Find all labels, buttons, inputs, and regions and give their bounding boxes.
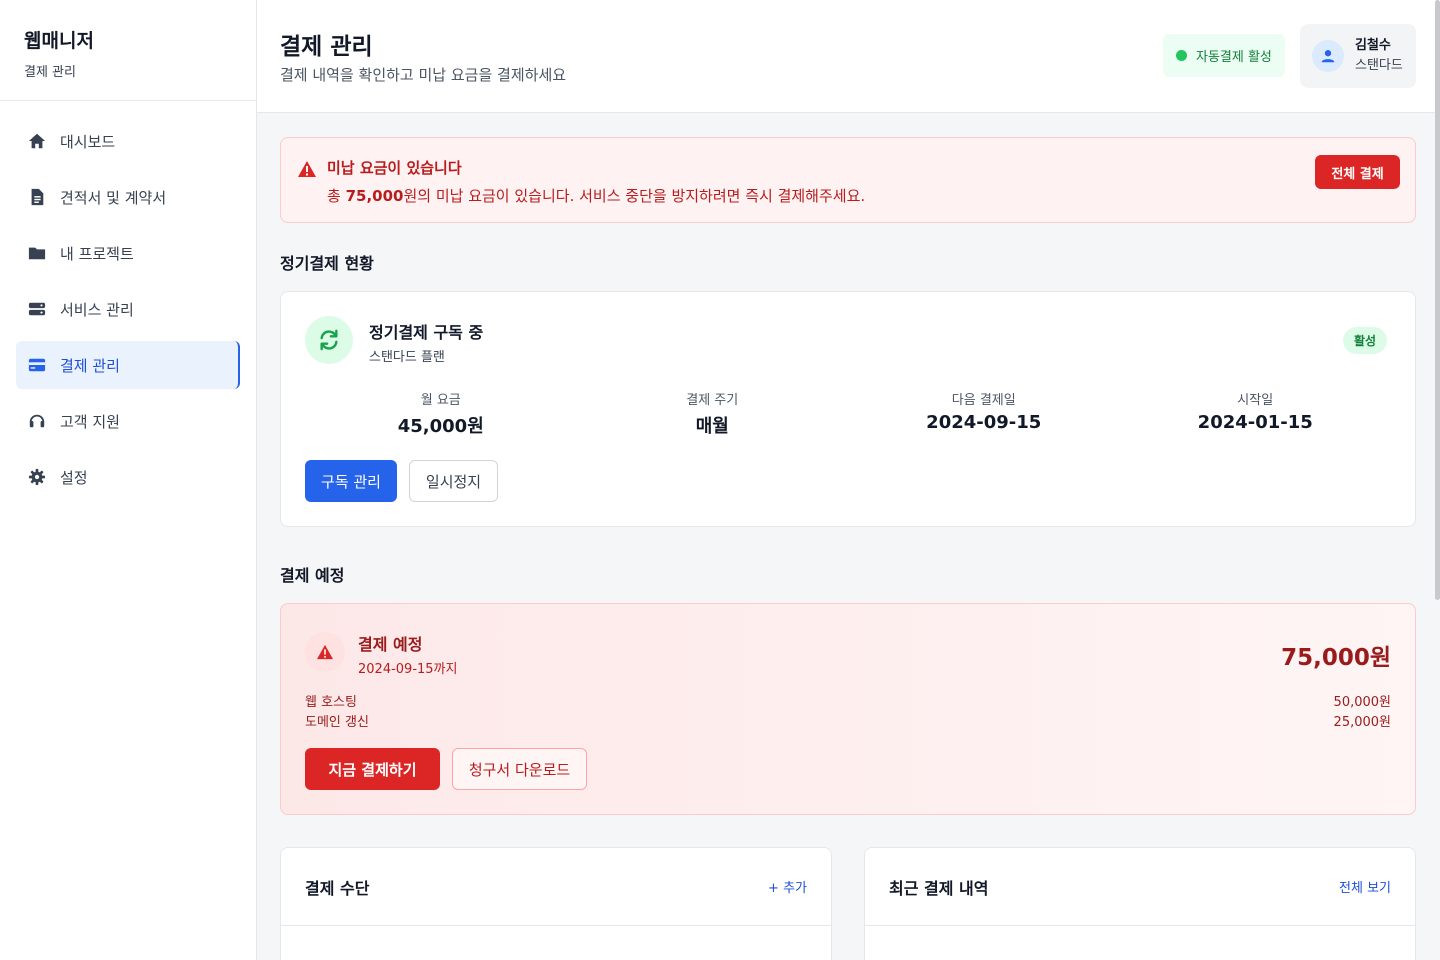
- sidebar-item-payments[interactable]: 결제 관리: [16, 341, 240, 389]
- autopay-status-label: 자동결제 활성: [1196, 50, 1272, 65]
- pay-now-button[interactable]: 지금 결제하기: [305, 748, 440, 790]
- warning-icon: [297, 160, 317, 182]
- brand-subtitle: 결제 관리: [24, 65, 76, 80]
- upcoming-payment-card: 결제 예정 2024-09-15까지 75,000원 웹 호스팅 50,000원…: [280, 603, 1416, 815]
- list-item: 도메인 갱신 25,000원: [305, 713, 1391, 733]
- alert-title: 미납 요금이 있습니다: [327, 159, 462, 177]
- refresh-icon: [305, 316, 353, 364]
- upcoming-payment-items: 웹 호스팅 50,000원 도메인 갱신 25,000원: [305, 693, 1391, 733]
- subscription-card: 정기결제 구독 중 스탠다드 플랜 활성 월 요금 45,000원 결제 주기 …: [280, 291, 1416, 527]
- alert-message-prefix: 총: [327, 187, 346, 205]
- item-amount: 25,000원: [1333, 715, 1391, 730]
- user-profile[interactable]: 김철수 스탠다드: [1300, 24, 1416, 88]
- avatar: [1312, 40, 1344, 72]
- user-name: 김철수: [1355, 38, 1391, 53]
- brand: 웹매니저 결제 관리: [0, 0, 256, 101]
- sidebar-item-label: 고객 지원: [60, 412, 120, 431]
- stat-monthly-fee: 월 요금 45,000원: [305, 389, 577, 438]
- stat-label: 결제 주기: [686, 393, 739, 408]
- upcoming-payment-due-date: 2024-09-15까지: [358, 662, 458, 677]
- page-header: 결제 관리 결제 내역을 확인하고 미납 요금을 결제하세요 자동결제 활성 김…: [257, 0, 1440, 113]
- sidebar-item-label: 내 프로젝트: [60, 244, 134, 263]
- page-title: 결제 관리: [280, 34, 373, 60]
- item-amount: 50,000원: [1333, 695, 1391, 710]
- add-payment-method-link[interactable]: + 추가: [768, 877, 807, 896]
- manage-subscription-button[interactable]: 구독 관리: [305, 460, 397, 502]
- recent-payments-card: 최근 결제 내역 전체 보기: [864, 847, 1416, 960]
- sidebar: 웹매니저 결제 관리 대시보드 견적서 및 계약서 내 프로젝트 서비스 관리: [0, 0, 257, 960]
- status-badge: 활성: [1343, 327, 1388, 354]
- sidebar-item-label: 대시보드: [60, 132, 116, 151]
- pay-all-button[interactable]: 전체 결제: [1315, 155, 1400, 189]
- sidebar-item-settings[interactable]: 설정: [16, 453, 240, 501]
- sidebar-item-label: 서비스 관리: [60, 300, 134, 319]
- autopay-status-badge: 자동결제 활성: [1163, 34, 1285, 77]
- stat-label: 다음 결제일: [951, 393, 1016, 408]
- subscription-section-title: 정기결제 현황: [280, 254, 374, 273]
- alert-amount: 75,000: [345, 187, 404, 205]
- stat-value: 2024-01-15: [1197, 412, 1313, 433]
- view-all-link[interactable]: 전체 보기: [1339, 877, 1391, 896]
- stat-value: 45,000원: [397, 416, 484, 437]
- page-subtitle: 결제 내역을 확인하고 미납 요금을 결제하세요: [280, 66, 567, 84]
- alert-message-suffix: 원의 미납 요금이 있습니다. 서비스 중단을 방지하려면 즉시 결제해주세요.: [403, 187, 866, 205]
- download-invoice-button[interactable]: 청구서 다운로드: [452, 748, 587, 790]
- subscription-stats: 월 요금 45,000원 결제 주기 매월 다음 결제일 2024-09-15 …: [305, 389, 1391, 438]
- sidebar-nav: 대시보드 견적서 및 계약서 내 프로젝트 서비스 관리 결제 관리 고객 지원…: [0, 101, 256, 501]
- upcoming-payment-section-title: 결제 예정: [280, 566, 345, 585]
- upcoming-payment-title: 결제 예정: [358, 635, 423, 654]
- subscription-plan: 스탠다드 플랜: [369, 350, 445, 365]
- stat-label: 월 요금: [420, 393, 461, 408]
- stat-value: 2024-09-15: [926, 412, 1042, 433]
- stat-value: 매월: [695, 416, 729, 437]
- recent-payments-title: 최근 결제 내역: [889, 878, 989, 898]
- status-dot-icon: [1176, 50, 1187, 61]
- list-item: 웹 호스팅 50,000원: [305, 693, 1391, 713]
- gear-icon: [28, 468, 46, 486]
- upcoming-payment-total: 75,000원: [1281, 645, 1391, 671]
- sidebar-item-label: 견적서 및 계약서: [60, 188, 167, 207]
- brand-name: 웹매니저: [24, 30, 94, 52]
- sidebar-item-dashboard[interactable]: 대시보드: [16, 117, 240, 165]
- sidebar-item-services[interactable]: 서비스 관리: [16, 285, 240, 333]
- stat-billing-cycle: 결제 주기 매월: [577, 389, 849, 438]
- overdue-alert: 미납 요금이 있습니다 총 75,000원의 미납 요금이 있습니다. 서비스 …: [280, 137, 1416, 223]
- stat-start-date: 시작일 2024-01-15: [1120, 389, 1392, 438]
- document-icon: [28, 188, 46, 206]
- sidebar-item-quotes-contracts[interactable]: 견적서 및 계약서: [16, 173, 240, 221]
- alert-message: 총 75,000원의 미납 요금이 있습니다. 서비스 중단을 방지하려면 즉시…: [327, 185, 865, 206]
- user-icon: [1321, 50, 1335, 63]
- user-plan: 스탠다드: [1355, 58, 1403, 73]
- sidebar-item-support[interactable]: 고객 지원: [16, 397, 240, 445]
- sidebar-item-label: 설정: [60, 468, 88, 487]
- item-name: 웹 호스팅: [305, 695, 357, 710]
- sidebar-item-label: 결제 관리: [60, 356, 120, 375]
- subscription-name: 정기결제 구독 중: [369, 323, 484, 342]
- sidebar-item-projects[interactable]: 내 프로젝트: [16, 229, 240, 277]
- headset-icon: [28, 412, 46, 430]
- payment-methods-card: 결제 수단 + 추가: [280, 847, 832, 960]
- stat-label: 시작일: [1237, 393, 1274, 408]
- pause-subscription-button[interactable]: 일시정지: [409, 460, 498, 502]
- scrollbar[interactable]: [1435, 0, 1440, 600]
- server-icon: [28, 300, 46, 318]
- stat-next-payment-date: 다음 결제일 2024-09-15: [848, 389, 1120, 438]
- payment-methods-title: 결제 수단: [305, 878, 370, 898]
- home-icon: [28, 132, 46, 150]
- credit-card-icon: [28, 356, 46, 374]
- warning-icon: [305, 632, 345, 672]
- folder-icon: [28, 244, 46, 262]
- item-name: 도메인 갱신: [305, 715, 369, 730]
